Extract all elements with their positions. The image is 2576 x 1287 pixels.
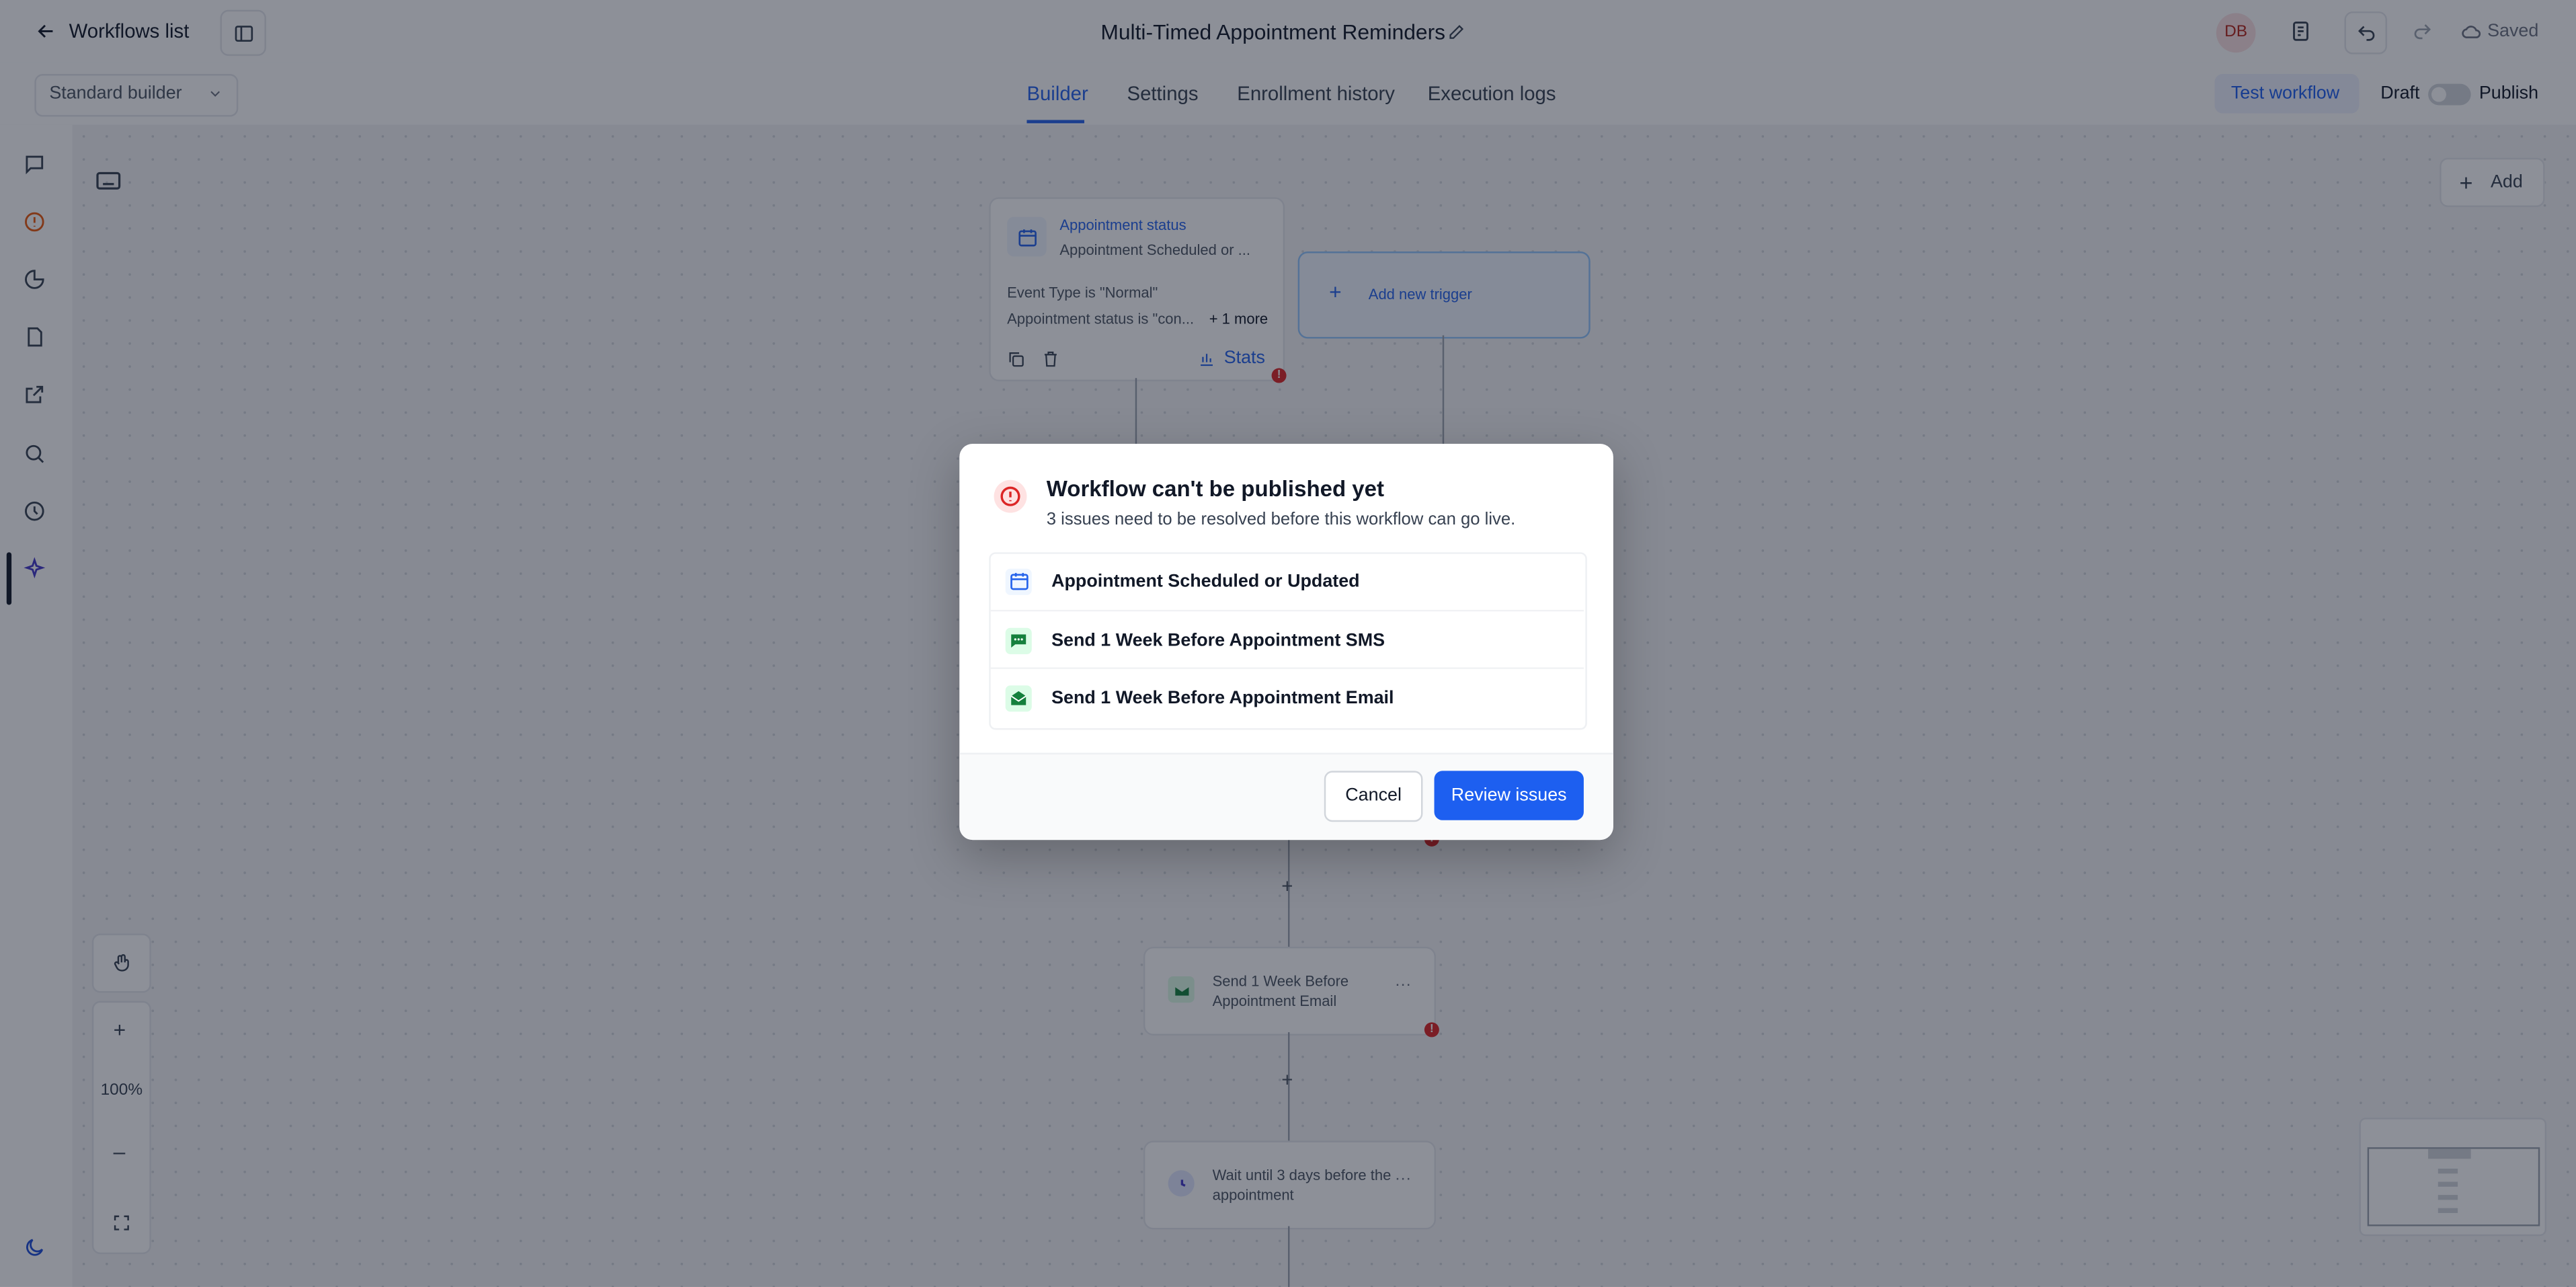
issue-label: Send 1 Week Before Appointment SMS xyxy=(1051,630,1385,650)
calendar-icon xyxy=(1005,568,1032,594)
dialog-title: Workflow can't be published yet xyxy=(1046,476,1384,502)
issue-label: Appointment Scheduled or Updated xyxy=(1051,571,1360,591)
dialog-subtitle: 3 issues need to be resolved before this… xyxy=(1046,509,1516,530)
cancel-button[interactable]: Cancel xyxy=(1324,771,1423,822)
alert-circle-icon xyxy=(994,479,1027,513)
issue-row-trigger[interactable]: Appointment Scheduled or Updated xyxy=(989,552,1584,610)
workflow-builder-app: Workflows list Multi-Timed Appointment R… xyxy=(0,0,2576,1287)
issue-label: Send 1 Week Before Appointment Email xyxy=(1051,687,1394,708)
sms-icon xyxy=(1005,627,1032,654)
issue-row-email[interactable]: Send 1 Week Before Appointment Email xyxy=(989,667,1584,726)
review-issues-button[interactable]: Review issues xyxy=(1434,771,1584,820)
publish-error-dialog: Workflow can't be published yet 3 issues… xyxy=(959,443,1613,841)
email-icon xyxy=(1005,685,1032,711)
issue-row-sms[interactable]: Send 1 Week Before Appointment SMS xyxy=(989,609,1584,669)
